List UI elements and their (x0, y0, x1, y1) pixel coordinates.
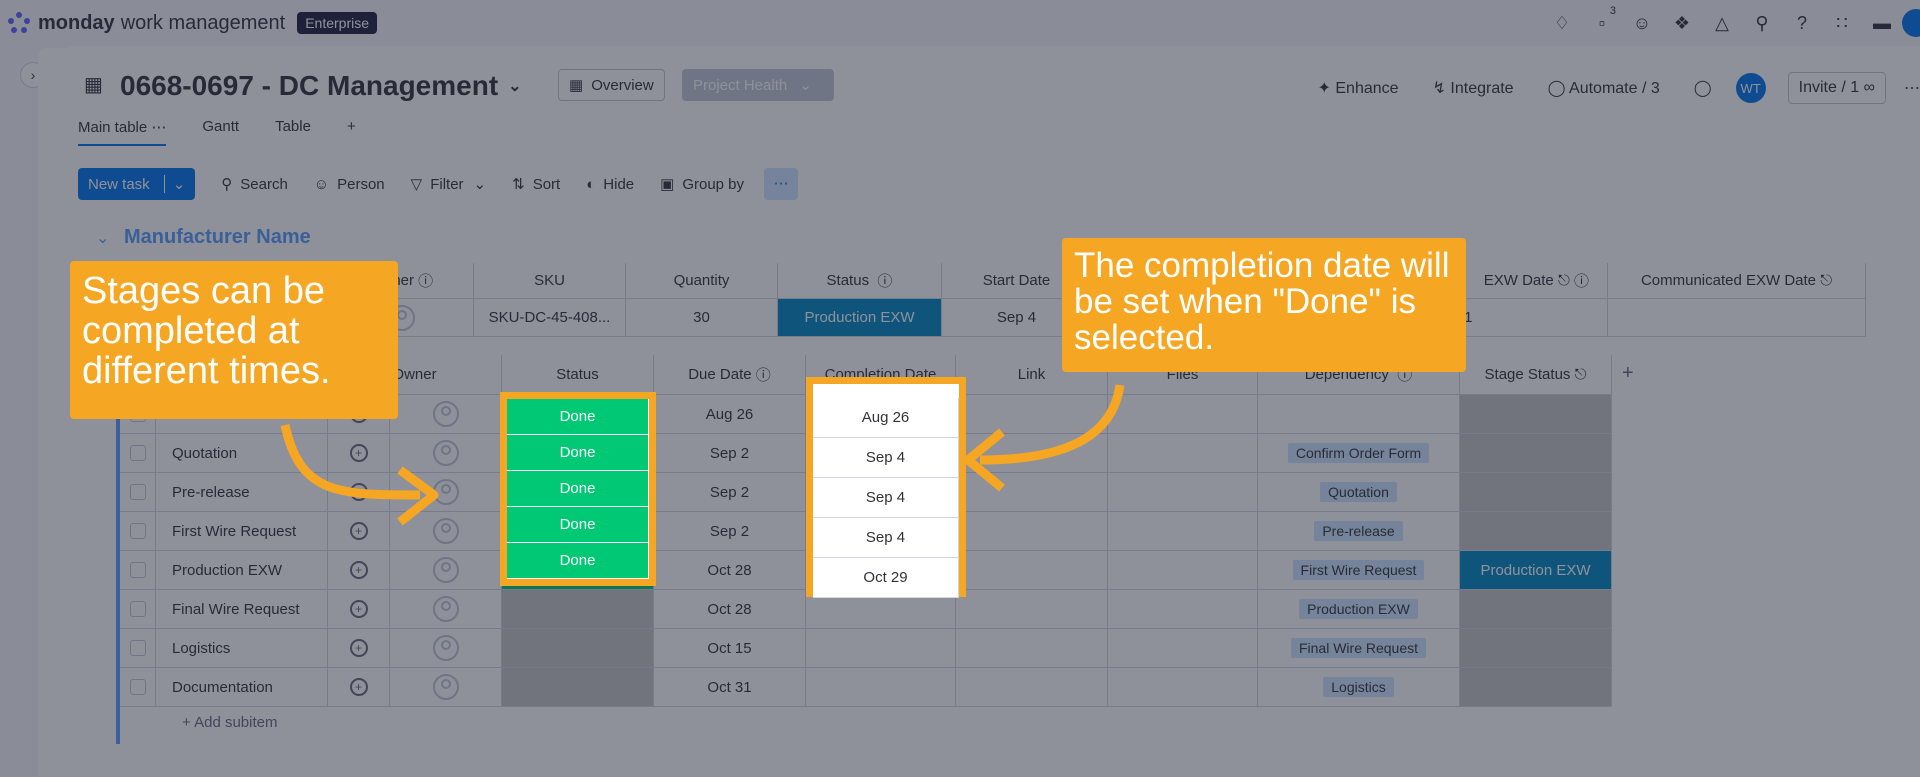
right-arrow-line (979, 384, 1125, 465)
callout-arrows (280, 384, 1125, 526)
left-arrow-line (280, 424, 421, 500)
